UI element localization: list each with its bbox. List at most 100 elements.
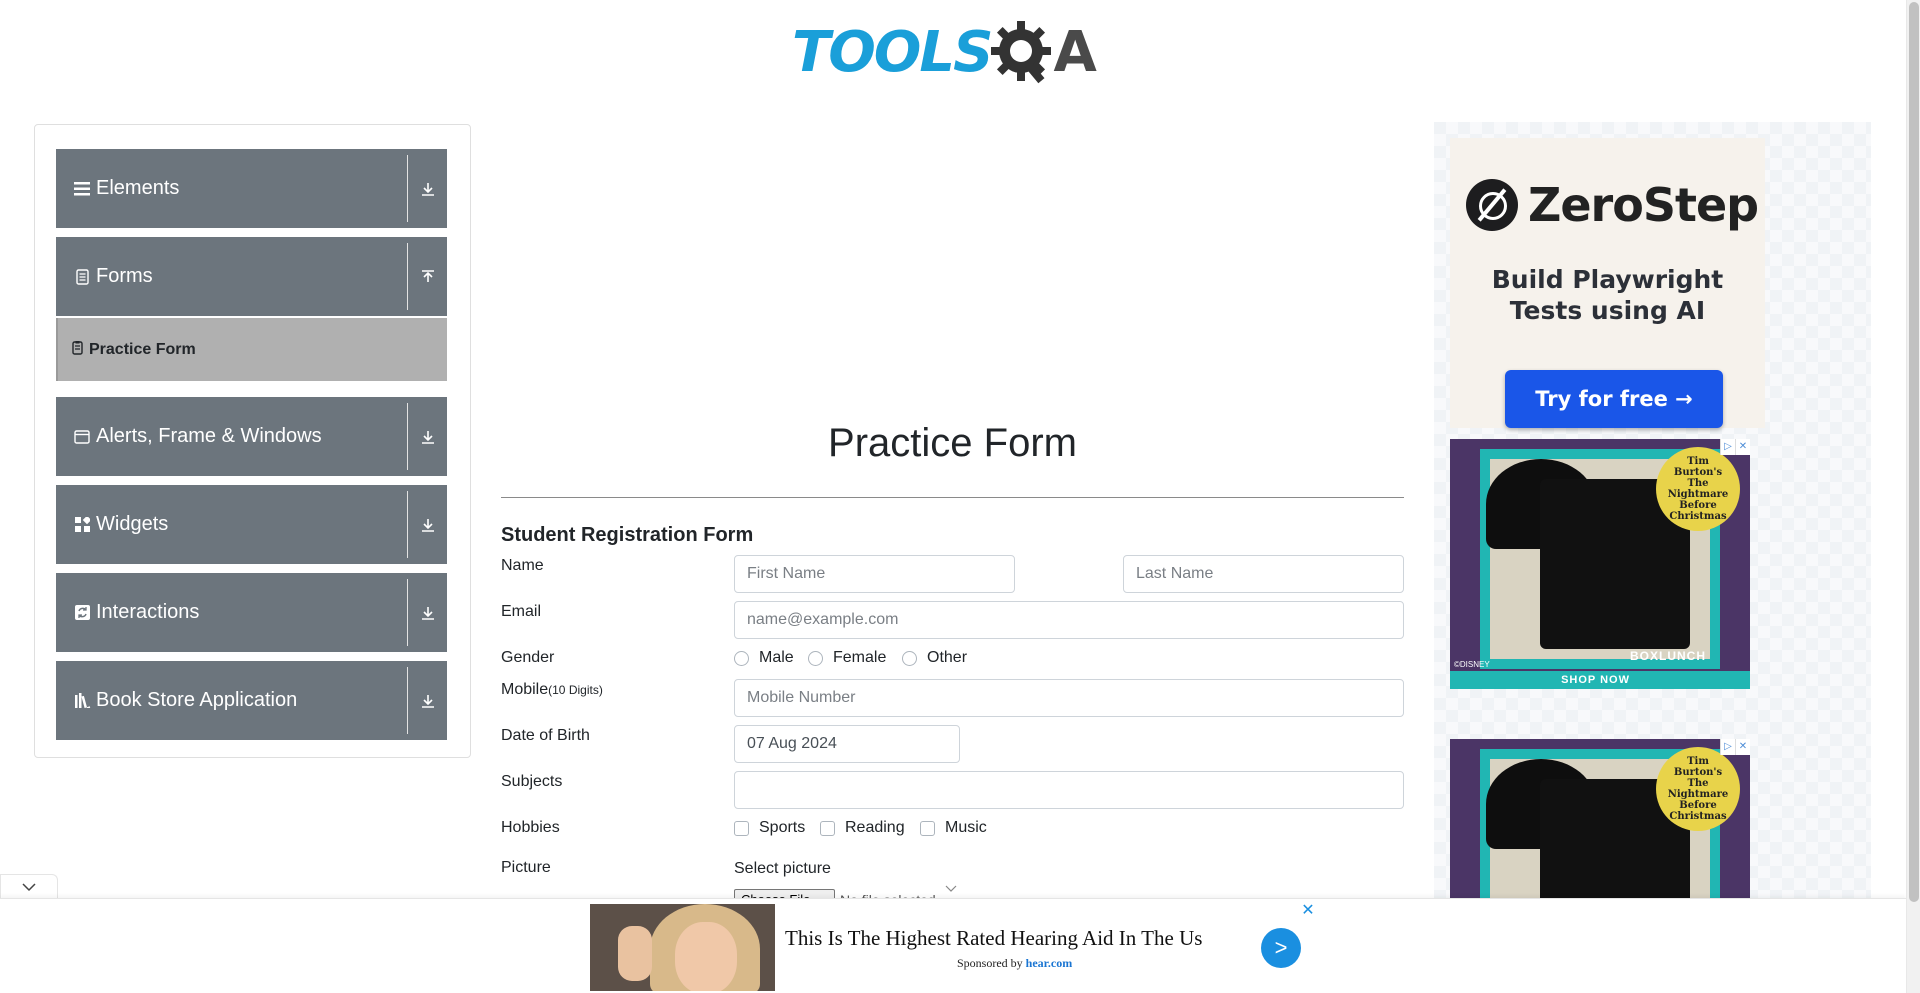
toolsqa-logo[interactable]: TOOLS A	[792, 16, 1116, 90]
picture-label: Picture	[501, 859, 551, 876]
title-divider	[501, 497, 1404, 498]
sidebar-item-label: Practice Form	[89, 340, 196, 358]
radio-circle[interactable]	[808, 650, 823, 666]
sidebar-group-interactions[interactable]: Interactions	[56, 573, 447, 652]
boxlunch-ad-2[interactable]: Tim Burton's The Nightmare Before Christ…	[1450, 739, 1750, 912]
name-label: Name	[501, 557, 544, 574]
hearing-aid-ad-image[interactable]	[590, 904, 775, 991]
gender-radio-female[interactable]: Female	[808, 649, 886, 667]
adchoices-icon[interactable]: ▷	[1720, 439, 1735, 455]
sidebar-group-alerts-frame-windows[interactable]: Alerts, Frame & Windows	[56, 397, 447, 476]
radio-circle[interactable]	[734, 650, 749, 666]
hobby-checkbox-reading[interactable]: Reading	[820, 819, 905, 837]
mobile-label-text: Mobile	[501, 681, 549, 698]
radio-label: Male	[759, 649, 794, 666]
ad-close-icon[interactable]: ✕	[1735, 739, 1750, 755]
gender-radio-other[interactable]: Other	[902, 649, 967, 667]
sidebar-group-elements[interactable]: Elements	[56, 149, 447, 228]
email-placeholder: name@example.com	[747, 611, 899, 628]
expand-down-icon[interactable]	[408, 573, 447, 652]
boxlunch-ad-1[interactable]: Tim Burton's The Nightmare Before Christ…	[1450, 439, 1750, 689]
mobile-hint: (10 Digits)	[548, 683, 603, 697]
sidebar-group-book-store[interactable]: Book Store Application	[56, 661, 447, 740]
first-name-placeholder: First Name	[747, 565, 826, 582]
sidebar-group-widgets[interactable]: Widgets	[56, 485, 447, 564]
last-name-input[interactable]: Last Name	[1123, 555, 1404, 593]
try-for-free-button[interactable]: Try for free →	[1505, 370, 1723, 428]
ad-close-icon[interactable]: ✕	[1300, 903, 1316, 919]
checkbox-label: Reading	[845, 819, 905, 836]
hobby-checkbox-sports[interactable]: Sports	[734, 819, 805, 837]
right-ad-column: ZeroStep Build Playwright Tests using AI…	[1434, 122, 1871, 912]
sidebar-group-label: Elements	[96, 177, 180, 199]
logo-text: TOOLS	[792, 20, 993, 85]
disney-copyright: ©DISNEY	[1454, 660, 1490, 669]
date-of-birth-input[interactable]: 07 Aug 2024	[734, 725, 960, 763]
radio-label: Other	[927, 649, 968, 666]
chevron-down-icon	[22, 883, 36, 892]
sponsored-by: Sponsored by	[957, 956, 1023, 970]
sidebar-group-forms[interactable]: Forms	[56, 237, 447, 316]
checkbox-label: Music	[945, 819, 987, 836]
scrollbar-thumb[interactable]	[1909, 2, 1919, 902]
tagline-line2: Tests using AI	[1509, 296, 1706, 325]
page: TOOLS A Elements Forms Practice Form Ale…	[0, 0, 1920, 993]
subjects-label: Subjects	[501, 773, 563, 790]
sponsor-name[interactable]: hear.com	[1026, 956, 1073, 970]
adchoices-icon[interactable]: ▷	[1720, 739, 1735, 755]
sidebar-group-label: Alerts, Frame & Windows	[96, 425, 322, 447]
hamburger-icon	[73, 180, 91, 198]
dob-label: Date of Birth	[501, 727, 590, 744]
checkbox-box[interactable]	[820, 820, 835, 836]
checkbox-box[interactable]	[920, 820, 935, 836]
collapse-ad-button[interactable]	[0, 874, 58, 899]
sidebar-group-label: Widgets	[96, 513, 169, 535]
email-label: Email	[501, 603, 542, 620]
sidebar-group-label: Forms	[96, 265, 153, 287]
zerostep-tagline: Build Playwright Tests using AI	[1450, 264, 1765, 326]
radio-circle[interactable]	[902, 650, 917, 666]
zerostep-brand: ZeroStep	[1528, 178, 1759, 232]
hobbies-label: Hobbies	[501, 819, 560, 836]
grid-icon	[73, 516, 91, 534]
first-name-input[interactable]: First Name	[734, 555, 1015, 593]
zerostep-ad[interactable]: ZeroStep Build Playwright Tests using AI…	[1450, 138, 1765, 428]
shop-now-cta[interactable]: SHOP NOW	[1450, 671, 1750, 689]
nightmare-badge: Tim Burton's The Nightmare Before Christ…	[1656, 747, 1740, 831]
page-scrollbar[interactable]	[1906, 0, 1920, 993]
ad-choices[interactable]: ▷ ✕	[1720, 439, 1750, 455]
email-input[interactable]: name@example.com	[734, 601, 1404, 639]
dob-value: 07 Aug 2024	[747, 735, 837, 752]
sidebar-group-label: Book Store Application	[96, 689, 298, 711]
books-icon	[73, 692, 91, 710]
ad-headline[interactable]: This Is The Highest Rated Hearing Aid In…	[785, 926, 1202, 951]
expand-down-icon[interactable]	[408, 149, 447, 228]
mobile-input[interactable]: Mobile Number	[734, 679, 1404, 717]
gender-radio-male[interactable]: Male	[734, 649, 794, 667]
ad-choices[interactable]: ▷ ✕	[1720, 739, 1750, 755]
ad-close-icon[interactable]: ✕	[1735, 439, 1750, 455]
expand-down-icon[interactable]	[408, 661, 447, 740]
window-icon	[73, 428, 91, 446]
refresh-icon	[73, 604, 91, 622]
checkbox-label: Sports	[759, 819, 806, 836]
zerostep-mark-icon	[1466, 179, 1518, 231]
subjects-input[interactable]	[734, 771, 1404, 809]
expand-down-icon[interactable]	[408, 485, 447, 564]
ad-go-button[interactable]: >	[1261, 928, 1301, 968]
mobile-placeholder: Mobile Number	[747, 689, 856, 706]
radio-label: Female	[833, 649, 887, 666]
collapse-up-icon[interactable]	[408, 237, 447, 316]
sidebar-group-label: Interactions	[96, 601, 200, 623]
nightmare-badge: Tim Burton's The Nightmare Before Christ…	[1656, 447, 1740, 531]
checkbox-box[interactable]	[734, 820, 749, 836]
tagline-line1: Build Playwright	[1491, 265, 1724, 294]
expand-down-icon[interactable]	[408, 397, 447, 476]
hobby-checkbox-music[interactable]: Music	[920, 819, 987, 837]
left-sidebar: Elements Forms Practice Form Alerts, Fra…	[34, 124, 471, 758]
document-icon	[73, 268, 91, 286]
logo-suffix: A	[1053, 20, 1097, 85]
gender-label: Gender	[501, 649, 555, 666]
select-picture-label: Select picture	[734, 860, 831, 877]
sidebar-item-practice-form[interactable]: Practice Form	[56, 318, 447, 381]
